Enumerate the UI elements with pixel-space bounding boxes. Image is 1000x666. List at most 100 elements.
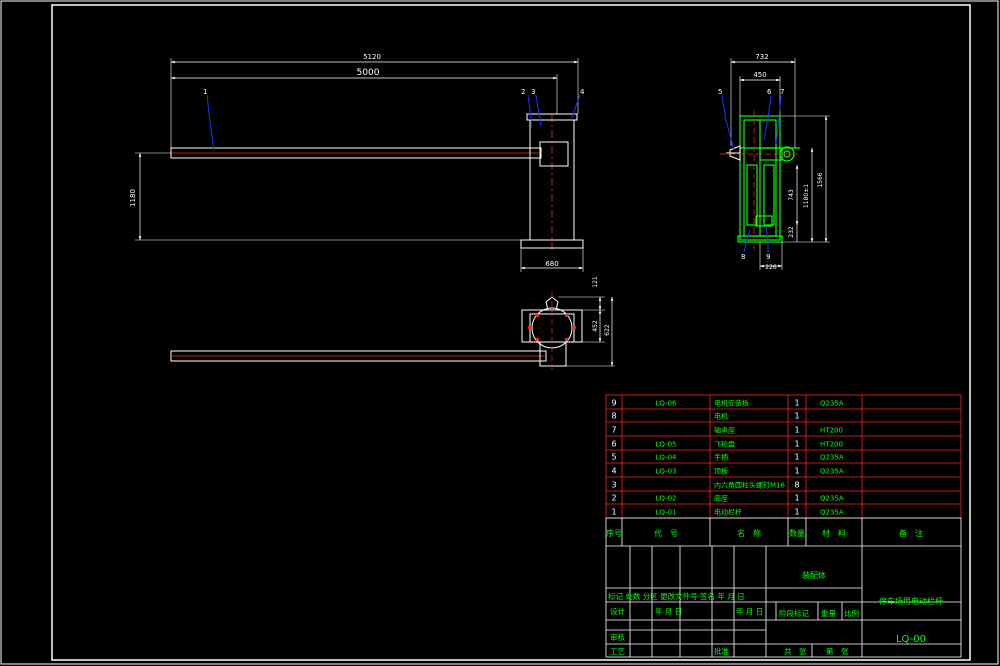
bom-cell-no: 1 — [611, 508, 616, 517]
bom-cell-material: Q235A — [820, 495, 844, 503]
bom-cell-no: 4 — [611, 467, 616, 476]
top-dim-c: 622 — [604, 324, 611, 336]
bom-cell-code: LQ-06 — [655, 400, 677, 408]
top-dim-a: 121 — [592, 276, 599, 288]
bom-cell-no: 9 — [611, 399, 616, 408]
side-dim-height-rail: 1180±1 — [803, 184, 810, 208]
side-callout-9: 9 — [766, 253, 770, 261]
drawing-title: 停车场用电动栏杆 — [879, 596, 943, 606]
dim-height: 1180 — [129, 189, 137, 207]
date-label-1: 年 月 日 — [655, 606, 682, 616]
drawing-frame — [0, 0, 999, 665]
bom-cell-qty: 1 — [794, 399, 799, 408]
bom-cell-name: 手柄 — [714, 453, 728, 462]
bom-cell-material: Q235A — [820, 400, 844, 408]
side-callout-5: 5 — [718, 88, 722, 96]
callout-1: 1 — [203, 88, 207, 96]
cad-drawing: 5120 5000 1180 680 1 2 3 4 732 450 1566 … — [0, 0, 999, 665]
bom-cell-qty: 1 — [794, 508, 799, 517]
bom-row: 9 LQ-06 电机安装板 1 Q235A — [611, 399, 843, 408]
review-label: 审核 — [610, 632, 625, 642]
hdr-no: 序号 — [606, 528, 622, 538]
bom-cell-no: 7 — [611, 426, 616, 435]
stage-label: 阶段标记 — [779, 608, 809, 618]
bom-cell-material: HT200 — [820, 427, 843, 435]
top-view: 121 452 622 — [170, 276, 615, 372]
assembly-label: 装配体 — [802, 570, 826, 580]
bom-row: 8 电机 1 — [611, 412, 799, 421]
bom-cell-code: LQ-04 — [655, 454, 677, 462]
hdr-name: 名 称 — [737, 528, 761, 538]
bom-cell-qty: 1 — [794, 453, 799, 462]
callout-2: 2 — [521, 88, 525, 96]
bom-row: 2 LQ-02 底座 1 Q235A — [611, 494, 843, 503]
bom-cell-qty: 1 — [794, 467, 799, 476]
process-label: 工艺 — [610, 647, 625, 656]
dim-base: 680 — [545, 260, 558, 268]
callout-3: 3 — [531, 88, 535, 96]
bom-cell-name: 飞轮盘 — [714, 440, 735, 449]
bom-cell-no: 3 — [611, 481, 616, 490]
dim-length: 5000 — [357, 68, 380, 78]
bom-cell-material: Q235A — [820, 454, 844, 462]
bom-cell-name: 顶板 — [714, 467, 728, 476]
bom-cell-no: 6 — [611, 440, 616, 449]
sheets-label: 共 张 — [784, 647, 807, 656]
revision-row: 标记 处数 分区 更改文件号 签名 年 月 日 — [608, 591, 745, 601]
callout-4: 4 — [580, 88, 585, 96]
bom-cell-no: 8 — [611, 412, 616, 421]
bom-table: 9 LQ-06 电机安装板 1 Q235A 8 电机 1 7 轴承座 1 HT200 6 LQ-05 飞轮盘… — [605, 394, 962, 519]
bom-row: 7 轴承座 1 HT200 — [611, 426, 842, 435]
bom-row: 1 LQ-01 电动栏杆 1 Q235A — [611, 508, 843, 517]
front-view: 5120 5000 1180 680 1 2 3 4 — [129, 53, 585, 272]
bom-cell-qty: 1 — [794, 440, 799, 449]
hdr-code: 代 号 — [654, 528, 678, 538]
side-dim-base: 226 — [765, 264, 777, 271]
date-label-2: 年 月 日 — [736, 606, 763, 616]
bom-cell-material: Q235A — [820, 468, 844, 476]
bom-row: 5 LQ-04 手柄 1 Q235A — [611, 453, 843, 462]
bom-cell-no: 2 — [611, 494, 616, 503]
top-dim-b: 452 — [592, 320, 599, 332]
bom-cell-name: 电机 — [714, 412, 728, 421]
weight-label: 重量 — [821, 609, 836, 618]
scale-label: 比例 — [844, 608, 859, 618]
bom-cell-name: 内六角圆柱头螺钉M16 — [714, 481, 785, 490]
bom-cell-code: LQ-01 — [655, 509, 676, 517]
side-dim-lower: 232 — [788, 226, 795, 238]
sheet-label: 第 张 — [826, 646, 849, 656]
bom-cell-code: LQ-05 — [655, 441, 676, 449]
side-dim-inner: 450 — [753, 71, 766, 79]
bom-cell-code: LQ-02 — [655, 495, 676, 503]
bom-cell-material: Q235A — [820, 509, 844, 517]
hdr-note: 备 注 — [899, 528, 923, 538]
bom-cell-material: HT200 — [820, 441, 843, 449]
side-callout-7: 7 — [780, 88, 784, 96]
bom-row: 3 内六角圆柱头螺钉M16 8 — [611, 481, 799, 490]
side-callout-8: 8 — [741, 253, 745, 261]
bom-cell-name: 电动栏杆 — [714, 508, 742, 517]
hdr-material: 材 料 — [822, 528, 846, 538]
side-callout-6: 6 — [767, 88, 772, 96]
title-block: 序号 代 号 名 称 数量 材 料 备 注 装配体 停车场用电动栏杆 LQ-00… — [605, 517, 962, 658]
hdr-qty: 数量 — [789, 528, 805, 538]
design-label: 设计 — [610, 606, 625, 616]
bom-row: 4 LQ-03 顶板 1 Q235A — [611, 467, 843, 476]
bom-cell-qty: 1 — [794, 494, 799, 503]
bom-cell-name: 电机安装板 — [714, 399, 749, 408]
bom-cell-qty: 1 — [794, 426, 799, 435]
bom-cell-name: 底座 — [714, 494, 728, 503]
approve-label: 批准 — [714, 646, 729, 656]
bom-cell-qty: 8 — [794, 481, 799, 490]
bom-cell-code: LQ-03 — [655, 468, 676, 476]
side-dim-mid: 743 — [788, 189, 795, 201]
bom-row: 6 LQ-05 飞轮盘 1 HT200 — [611, 440, 842, 449]
side-view: 732 450 1566 1180±1 743 232 226 5 6 7 8 … — [718, 53, 830, 271]
bom-cell-no: 5 — [611, 453, 616, 462]
side-dim-height-total: 1566 — [817, 172, 824, 187]
bom-cell-name: 轴承座 — [714, 426, 735, 435]
dim-total: 5120 — [363, 53, 381, 61]
bom-cell-qty: 1 — [794, 412, 799, 421]
drawing-code: LQ-00 — [896, 634, 926, 645]
side-dim-width: 732 — [755, 53, 768, 61]
